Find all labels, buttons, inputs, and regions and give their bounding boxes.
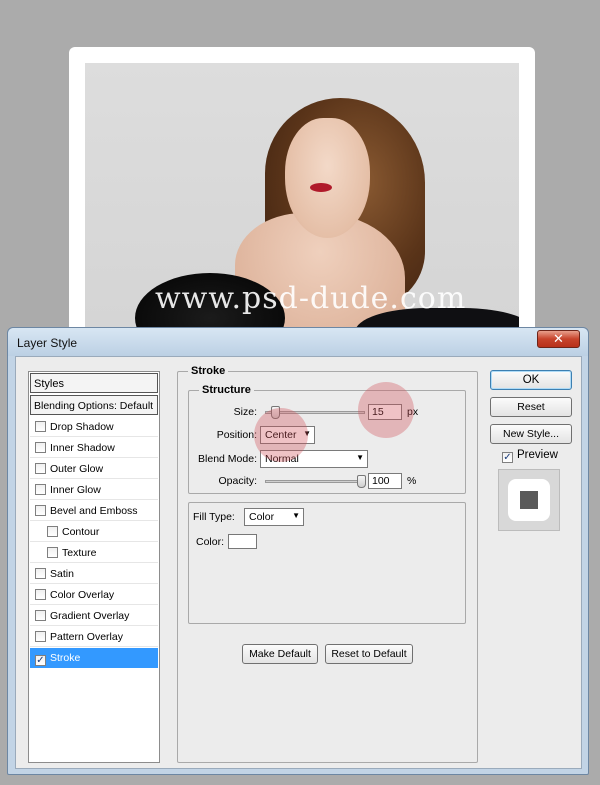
structure-title: Structure	[199, 384, 254, 396]
style-item-label: Gradient Overlay	[50, 610, 130, 622]
style-item-label: Satin	[50, 568, 74, 580]
styles-header[interactable]: Styles	[30, 373, 158, 393]
make-default-button[interactable]: Make Default	[242, 644, 318, 664]
new-style-button[interactable]: New Style...	[490, 424, 572, 444]
titlebar: Layer Style ✕	[8, 328, 588, 356]
style-item-gradient-overlay[interactable]: Gradient Overlay	[30, 606, 158, 626]
preview-thumb	[508, 479, 550, 521]
style-item-satin[interactable]: Satin	[30, 564, 158, 584]
style-item-pattern-overlay[interactable]: Pattern Overlay	[30, 627, 158, 647]
reset-button[interactable]: Reset	[490, 397, 572, 417]
close-button[interactable]: ✕	[537, 330, 580, 348]
style-item-stroke[interactable]: ✓ Stroke	[30, 648, 158, 668]
checkbox-icon[interactable]	[47, 547, 58, 558]
fill-group: Fill Type: Color ▼ Color:	[188, 502, 466, 624]
checkbox-icon[interactable]	[35, 589, 46, 600]
watermark: www.psd-dude.com	[155, 281, 467, 316]
photo-lips	[310, 183, 332, 192]
photo: www.psd-dude.com	[85, 63, 519, 353]
layer-style-dialog: Layer Style ✕ Styles Blending Options: D…	[7, 327, 589, 775]
fill-type-select[interactable]: Color ▼	[244, 508, 304, 526]
preview-square	[520, 491, 538, 509]
opacity-label: Opacity:	[218, 475, 257, 487]
opacity-unit: %	[407, 475, 417, 487]
stroke-group: Stroke Structure Size: 15 px Position: C…	[177, 365, 478, 763]
checkbox-icon[interactable]	[35, 463, 46, 474]
chevron-down-icon: ▼	[292, 511, 300, 520]
blend-mode-label: Blend Mode:	[198, 453, 257, 465]
style-item-texture[interactable]: Texture	[30, 543, 158, 563]
fill-type-label: Fill Type:	[193, 511, 235, 523]
preview-label: Preview	[517, 449, 558, 461]
style-item-label: Bevel and Emboss	[50, 505, 138, 517]
style-item-inner-shadow[interactable]: Inner Shadow	[30, 438, 158, 458]
style-item-label: Color Overlay	[50, 589, 115, 601]
checkbox-icon[interactable]	[35, 421, 46, 432]
style-item-outer-glow[interactable]: Outer Glow	[30, 459, 158, 479]
size-label: Size:	[233, 406, 257, 418]
opacity-slider[interactable]	[265, 475, 366, 488]
position-label: Position:	[216, 429, 257, 441]
style-item-label: Stroke	[50, 652, 81, 664]
style-item-label: Outer Glow	[50, 463, 104, 475]
size-highlight-circle	[358, 382, 414, 438]
opacity-input[interactable]: 100	[368, 473, 402, 489]
stroke-title: Stroke	[188, 365, 229, 377]
checkbox-icon: ✓	[502, 452, 513, 463]
canvas-frame: www.psd-dude.com	[69, 47, 535, 353]
checkbox-icon[interactable]	[35, 568, 46, 579]
style-preview	[498, 469, 560, 531]
photo-face	[285, 118, 370, 238]
style-item-bevel-and-emboss[interactable]: Bevel and Emboss	[30, 501, 158, 521]
structure-group: Structure Size: 15 px Position: Center ▼…	[188, 384, 466, 494]
chevron-down-icon: ▼	[356, 453, 364, 462]
checkbox-icon[interactable]	[35, 631, 46, 642]
checkbox-icon[interactable]	[35, 610, 46, 621]
style-item-contour[interactable]: Contour	[30, 522, 158, 542]
dialog-title: Layer Style	[17, 336, 78, 350]
stroke-color-swatch[interactable]	[228, 534, 257, 549]
checkbox-icon[interactable]: ✓	[35, 655, 46, 666]
color-label: Color:	[196, 536, 225, 548]
opacity-slider-thumb[interactable]	[357, 475, 366, 488]
checkbox-icon[interactable]	[35, 442, 46, 453]
style-item-label: Texture	[62, 547, 97, 559]
preview-checkbox[interactable]: ✓ Preview	[502, 449, 558, 463]
style-item-label: Drop Shadow	[50, 421, 114, 433]
dialog-client: Styles Blending Options: Default Drop Sh…	[15, 356, 582, 769]
fill-type-value: Color	[249, 511, 275, 523]
ok-button[interactable]: OK	[490, 370, 572, 390]
checkbox-icon[interactable]	[35, 484, 46, 495]
style-item-label: Inner Shadow	[50, 442, 115, 454]
style-item-label: Inner Glow	[50, 484, 101, 496]
position-highlight-circle	[254, 408, 308, 462]
checkbox-icon[interactable]	[47, 526, 58, 537]
checkbox-icon[interactable]	[35, 505, 46, 516]
style-item-label: Contour	[62, 526, 100, 538]
style-item-inner-glow[interactable]: Inner Glow	[30, 480, 158, 500]
blending-options-item[interactable]: Blending Options: Default	[30, 395, 158, 415]
style-item-color-overlay[interactable]: Color Overlay	[30, 585, 158, 605]
style-item-drop-shadow[interactable]: Drop Shadow	[30, 417, 158, 437]
reset-to-default-button[interactable]: Reset to Default	[325, 644, 413, 664]
styles-list: Styles Blending Options: Default Drop Sh…	[28, 371, 160, 763]
style-item-label: Pattern Overlay	[50, 631, 123, 643]
